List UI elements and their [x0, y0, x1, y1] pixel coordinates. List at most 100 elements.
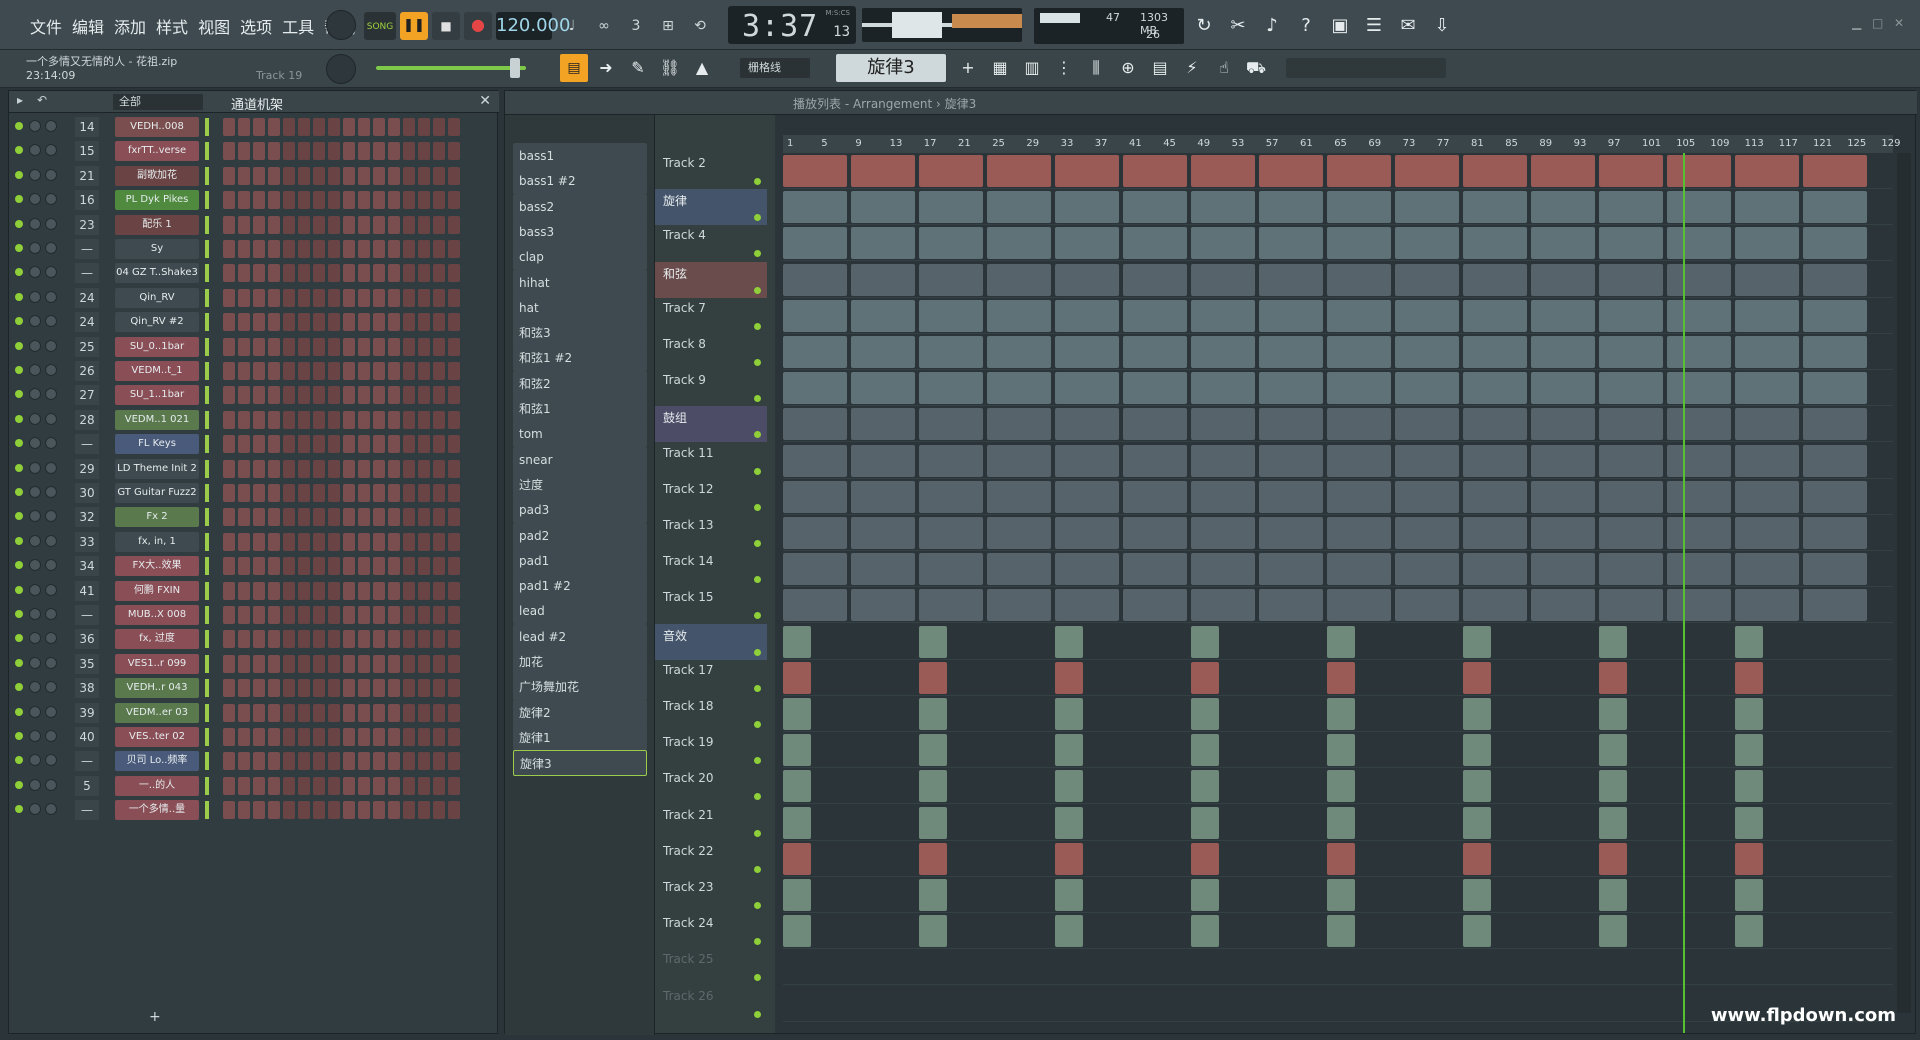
step-button[interactable]: [448, 752, 460, 771]
channel-select[interactable]: [205, 264, 209, 283]
pattern-block[interactable]: [1327, 263, 1391, 296]
step-button[interactable]: [223, 166, 235, 185]
pattern-block[interactable]: [1599, 263, 1663, 296]
step-button[interactable]: [313, 679, 325, 698]
step-button[interactable]: [373, 313, 385, 332]
step-button[interactable]: [328, 679, 340, 698]
step-sequencer[interactable]: [223, 508, 460, 527]
step-sequencer[interactable]: [223, 703, 460, 722]
volume-knob[interactable]: [45, 412, 57, 425]
step-button[interactable]: [373, 728, 385, 746]
step-button[interactable]: [388, 410, 400, 429]
step-button[interactable]: [373, 118, 385, 136]
track-header[interactable]: Track 17: [655, 660, 767, 696]
step-button[interactable]: [403, 386, 415, 405]
pattern-block[interactable]: [1395, 480, 1459, 513]
step-button[interactable]: [268, 264, 280, 283]
pattern-block[interactable]: [1191, 191, 1255, 224]
pattern-block[interactable]: [1463, 734, 1491, 767]
pattern-block[interactable]: [851, 553, 915, 586]
step-button[interactable]: [223, 630, 235, 649]
channel-row[interactable]: — 04 GZ T..Shake3: [9, 261, 499, 285]
pattern-block[interactable]: [1667, 517, 1731, 549]
step-button[interactable]: [388, 679, 400, 698]
step-button[interactable]: [298, 264, 310, 283]
step-button[interactable]: [418, 435, 430, 454]
step-button[interactable]: [358, 337, 370, 356]
pattern-block[interactable]: [851, 444, 915, 477]
pattern-block[interactable]: [783, 263, 847, 296]
pattern-block[interactable]: [919, 372, 983, 405]
step-button[interactable]: [238, 484, 250, 502]
step-button[interactable]: [418, 606, 430, 624]
channel-led[interactable]: [15, 512, 23, 521]
step-sequencer[interactable]: [223, 776, 460, 795]
step-button[interactable]: [313, 508, 325, 527]
pattern-block[interactable]: [1735, 517, 1799, 549]
pattern-block[interactable]: [1531, 444, 1595, 477]
step-button[interactable]: [313, 484, 325, 502]
step-button[interactable]: [448, 362, 460, 380]
pattern-clip[interactable]: lead #2: [513, 623, 647, 650]
pattern-block[interactable]: [1123, 372, 1187, 405]
channel-led[interactable]: [15, 341, 23, 350]
step-button[interactable]: [343, 801, 355, 820]
pattern-block[interactable]: [783, 480, 847, 513]
mixer-track-number[interactable]: 24: [75, 287, 99, 308]
step-button[interactable]: [253, 728, 265, 746]
step-button[interactable]: [298, 581, 310, 600]
pan-knob[interactable]: [29, 290, 41, 303]
track-lane[interactable]: [783, 298, 1893, 334]
pattern-block[interactable]: [783, 589, 847, 622]
channel-name-button[interactable]: fx, 过度: [115, 629, 199, 650]
track-lane[interactable]: [783, 479, 1893, 515]
plugin-icon[interactable]: ⊕: [1114, 54, 1142, 82]
track-header[interactable]: Track 7: [655, 298, 767, 334]
step-button[interactable]: [223, 191, 235, 210]
channel-row[interactable]: 15 fxrTT..verse: [9, 139, 499, 163]
track-led[interactable]: [754, 431, 761, 439]
mixer-track-number[interactable]: —: [75, 239, 99, 259]
step-button[interactable]: [238, 508, 250, 527]
step-button[interactable]: [448, 215, 460, 234]
channel-name-button[interactable]: VEDH..008: [115, 117, 199, 137]
step-button[interactable]: [358, 630, 370, 649]
step-button[interactable]: [283, 581, 295, 600]
step-button[interactable]: [418, 215, 430, 234]
step-button[interactable]: [373, 630, 385, 649]
step-button[interactable]: [418, 679, 430, 698]
channel-row[interactable]: — FL Keys: [9, 432, 499, 456]
step-button[interactable]: [298, 508, 310, 527]
pattern-clip[interactable]: bass2: [513, 193, 647, 220]
step-button[interactable]: [298, 728, 310, 746]
pattern-clip[interactable]: hat: [513, 294, 647, 321]
pattern-block[interactable]: [1327, 879, 1355, 911]
step-button[interactable]: [403, 459, 415, 478]
mixer-track-number[interactable]: 24: [75, 312, 99, 333]
pattern-block[interactable]: [1463, 698, 1491, 730]
channel-select[interactable]: [205, 801, 209, 820]
pattern-block[interactable]: [1531, 553, 1595, 586]
step-button[interactable]: [433, 240, 445, 258]
menu-item[interactable]: 视图: [196, 14, 232, 38]
pattern-block[interactable]: [1803, 227, 1867, 260]
channel-name-button[interactable]: GT Guitar Fuzz2: [115, 483, 199, 503]
pattern-block[interactable]: [1259, 408, 1323, 441]
pattern-block[interactable]: [1531, 191, 1595, 224]
mixer-track-number[interactable]: —: [75, 800, 99, 821]
pattern-block[interactable]: [987, 553, 1051, 586]
step-button[interactable]: [283, 606, 295, 624]
step-button[interactable]: [343, 240, 355, 258]
pattern-block[interactable]: [1463, 625, 1491, 658]
pattern-block[interactable]: [1667, 191, 1731, 224]
step-button[interactable]: [418, 362, 430, 380]
pattern-block[interactable]: [1599, 408, 1663, 441]
step-button[interactable]: [388, 484, 400, 502]
playlist-icon[interactable]: ▦: [986, 54, 1014, 82]
track-header[interactable]: Track 21: [655, 805, 767, 841]
step-button[interactable]: [373, 264, 385, 283]
pattern-block[interactable]: [1463, 661, 1491, 694]
step-button[interactable]: [373, 581, 385, 600]
channel-select[interactable]: [205, 288, 209, 307]
mixer-track-number[interactable]: 30: [75, 483, 99, 503]
